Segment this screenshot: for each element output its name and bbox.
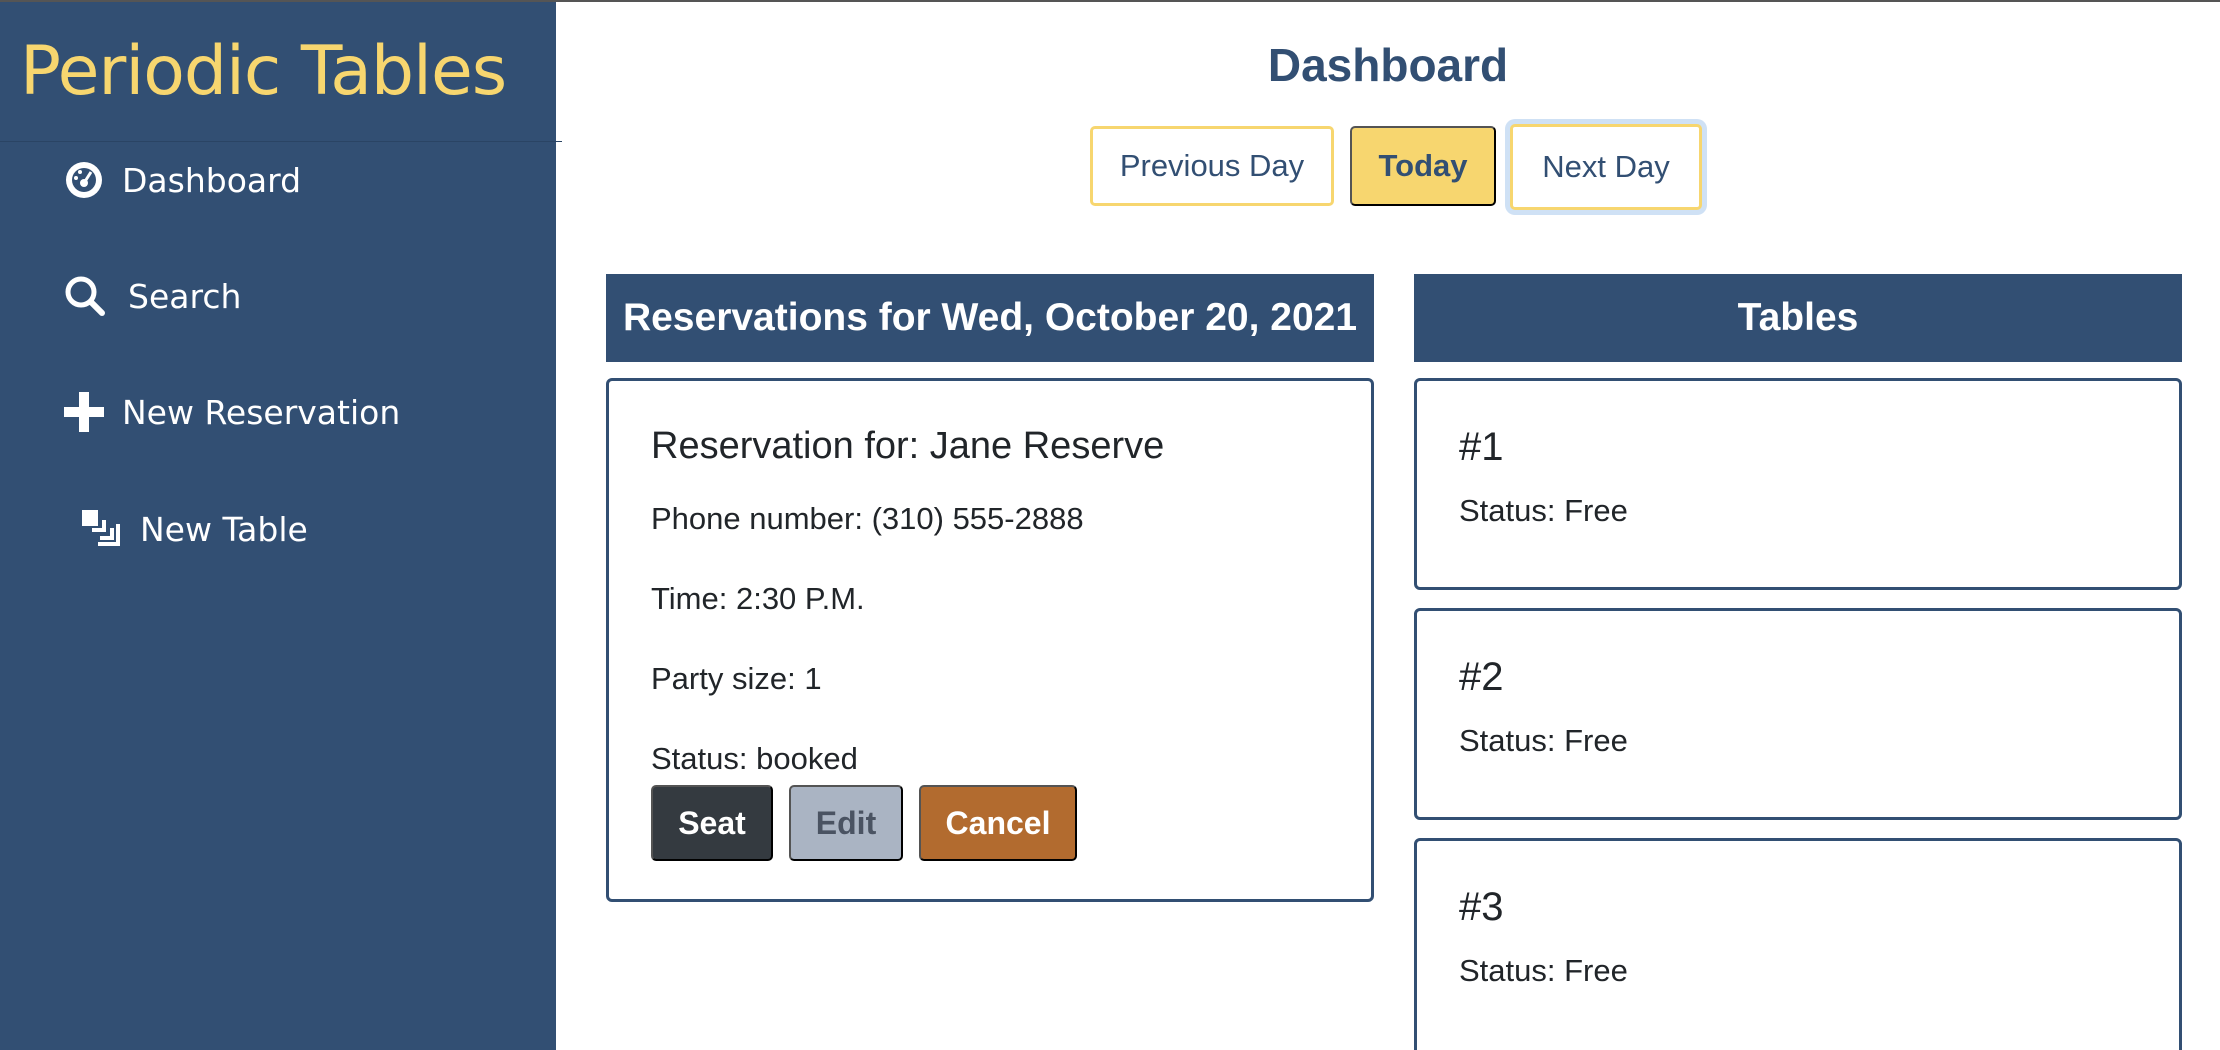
reservation-phone: Phone number: (310) 555-2888 [651, 501, 1084, 536]
reservation-party-size: Party size: 1 [651, 661, 822, 696]
sidebar-item-dashboard[interactable]: Dashboard [64, 160, 301, 200]
reservation-card: Reservation for: Jane Reserve Phone numb… [606, 378, 1374, 902]
today-button[interactable]: Today [1350, 126, 1496, 206]
sidebar-item-label: Dashboard [122, 160, 302, 200]
page-title: Dashboard [1267, 39, 1509, 91]
sidebar-item-search[interactable]: Search [64, 275, 241, 317]
brand-logo[interactable]: Periodic Tables [20, 32, 507, 111]
sidebar-item-label: New Table [140, 509, 308, 549]
reservation-time: Time: 2:30 P.M. [651, 581, 865, 616]
edit-button[interactable]: Edit [789, 785, 903, 861]
table-name: #3 [1459, 885, 1504, 929]
table-status: Status: Free [1459, 723, 1628, 758]
table-name: #2 [1459, 655, 1504, 699]
cancel-button[interactable]: Cancel [919, 785, 1077, 861]
dashboard-gauge-icon [64, 160, 104, 200]
plus-icon [64, 392, 104, 432]
next-day-button[interactable]: Next Day [1510, 124, 1702, 210]
reservation-name: Reservation for: Jane Reserve [651, 425, 1165, 467]
table-status: Status: Free [1459, 953, 1628, 988]
sidebar-item-new-table[interactable]: New Table [80, 508, 308, 550]
reservation-status: Status: booked [651, 741, 858, 776]
sidebar: Periodic Tables Dashboard Search New Res… [0, 2, 562, 1050]
sidebar-item-label: Search [128, 276, 242, 316]
search-icon [64, 275, 106, 317]
table-name: #1 [1459, 425, 1504, 469]
sidebar-divider [0, 141, 562, 142]
sidebar-item-label: New Reservation [122, 392, 401, 432]
reservations-header: Reservations for Wed, October 20, 2021 [606, 274, 1374, 362]
layers-icon [80, 508, 122, 550]
table-card: #1 Status: Free [1414, 378, 2182, 590]
seat-button[interactable]: Seat [651, 785, 773, 861]
table-card: #3 Status: Free [1414, 838, 2182, 1050]
previous-day-button[interactable]: Previous Day [1090, 126, 1334, 206]
sidebar-item-new-reservation[interactable]: New Reservation [64, 392, 400, 432]
table-status: Status: Free [1459, 493, 1628, 528]
tables-header: Tables [1414, 274, 2182, 362]
table-card: #2 Status: Free [1414, 608, 2182, 820]
